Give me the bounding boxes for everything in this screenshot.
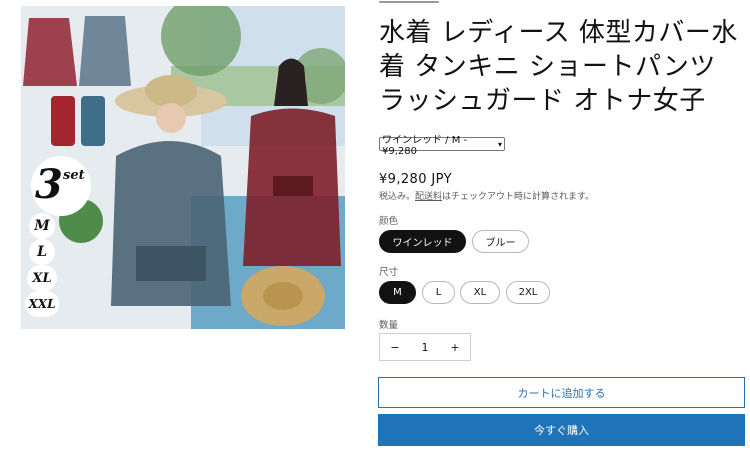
thumb-blue-cover	[79, 16, 131, 86]
product-title: 水着 レディース 体型カバー水着 タンキニ ショートパンツ ラッシュガード オト…	[379, 18, 738, 116]
size-option-xl[interactable]: XL	[460, 281, 500, 304]
set-word-badge: set	[63, 168, 85, 183]
chevron-down-icon: ▾	[497, 139, 502, 149]
thumb-wine-swim	[51, 96, 75, 146]
size-badge-xl: XL	[27, 265, 57, 291]
size-option-m[interactable]: M	[379, 281, 416, 304]
size-badge-m: M	[29, 213, 55, 239]
tax-note-suffix: はチェックアウト時に計算されます。	[442, 192, 595, 202]
quantity-increase-button[interactable]: +	[440, 341, 470, 354]
set-count-badge: 3	[35, 161, 63, 208]
size-option-label: 尺寸	[379, 267, 399, 278]
quantity-stepper: − 1 +	[379, 333, 471, 361]
size-option-2xl[interactable]: 2XL	[506, 281, 550, 304]
buy-now-button[interactable]: 今すぐ購入	[378, 414, 745, 446]
quantity-input[interactable]: 1	[410, 341, 440, 354]
color-option-label: 颜色	[379, 216, 399, 227]
shipping-link[interactable]: 配送料	[415, 192, 442, 202]
size-option-l[interactable]: L	[422, 281, 455, 304]
variant-select-value: ワインレッド / M - ¥9,280	[382, 135, 468, 157]
thumb-blue-swim	[81, 96, 105, 146]
variant-select[interactable]: ワインレッド / M - ¥9,280 ▾	[379, 135, 505, 157]
product-image[interactable]: 3 set M L XL XXL	[21, 6, 345, 329]
tax-note: 税込み。配送料はチェックアウト時に計算されます。	[379, 189, 594, 202]
add-to-cart-button[interactable]: カートに追加する	[378, 377, 745, 408]
quantity-label: 数量	[379, 320, 399, 331]
color-option-blue[interactable]: ブルー	[472, 230, 529, 253]
size-badge-l: L	[29, 239, 55, 265]
size-badge-xxl: XXL	[25, 291, 59, 317]
product-price: ¥9,280 JPY	[379, 172, 452, 187]
quantity-decrease-button[interactable]: −	[380, 341, 410, 354]
thumb-wine-cover	[23, 18, 77, 86]
color-option-wine-red[interactable]: ワインレッド	[379, 230, 466, 253]
tax-note-prefix: 税込み。	[379, 192, 416, 202]
vendor-strip	[379, 0, 459, 4]
